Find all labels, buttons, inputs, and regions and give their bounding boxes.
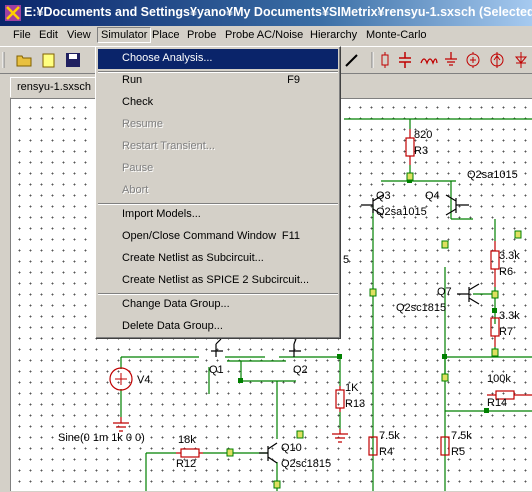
resistor-icon[interactable] (376, 51, 394, 69)
menu-item-import-models[interactable]: Import Models... (98, 205, 338, 225)
command-window-shortcut: F11 (281, 230, 300, 242)
r4-value-label: 7.5k (379, 430, 400, 442)
sine-source-label: Sine(0 1m 1k 0 0) (58, 432, 145, 444)
q4-ref-label: Q4 (425, 190, 440, 202)
resistor-r3 (405, 137, 415, 157)
capacitor-icon[interactable] (396, 51, 414, 69)
menu-simulator[interactable]: Simulator (97, 27, 152, 43)
tab-rensyu-1[interactable]: rensyu-1.sxsch (10, 77, 100, 97)
menu-item-restart-transient: Restart Transient... (122, 140, 215, 152)
menu-item-delete-data-group[interactable]: Delete Data Group... (98, 317, 338, 337)
inductor-icon[interactable] (420, 51, 438, 69)
menu-item-pause: Pause (122, 162, 154, 174)
resistor-r6 (490, 250, 500, 270)
resistor-r12 (180, 448, 200, 458)
save-icon[interactable] (64, 51, 82, 69)
r3-ref-label: R3 (414, 145, 429, 157)
partial-label-5: 5 (343, 254, 350, 266)
transistor-q2 (289, 338, 301, 357)
voltage-source-icon[interactable] (464, 51, 482, 69)
draw-wire-pencil-icon[interactable] (343, 51, 361, 69)
r5-ref-label: R5 (451, 446, 466, 458)
r3-value-label: 820 (414, 129, 433, 141)
r7-ref-label: R7 (499, 326, 514, 338)
menu-item-run[interactable]: Run F9 (98, 71, 338, 91)
r12-ref-label: R12 (176, 458, 197, 470)
new-schematic-icon[interactable] (40, 51, 58, 69)
transistor-q4 (445, 194, 469, 216)
voltage-source-v4 (109, 367, 133, 391)
r14-ref-label: R14 (487, 397, 508, 409)
toolbar-grip-icon (2, 52, 5, 68)
menu-bar: File Edit View Simulator Place Probe Pro… (0, 26, 532, 46)
r6-ref-label: R6 (499, 266, 514, 278)
menu-probe-ac-noise[interactable]: Probe AC/Noise (225, 29, 303, 41)
q2-ref-label: Q2 (293, 364, 308, 376)
open-folder-icon[interactable] (16, 51, 34, 69)
menu-item-create-netlist-spice2-subcircuit[interactable]: Create Netlist as SPICE 2 Subcircuit... (98, 271, 338, 291)
diode-icon[interactable] (512, 51, 530, 69)
r4-ref-label: R4 (379, 446, 394, 458)
q3q4-model-label: Q2sa1015 (376, 206, 427, 218)
resistor-r13 (335, 389, 345, 409)
r12-value-label: 18k (178, 434, 196, 446)
transistor-q1 (211, 338, 223, 357)
menu-hierarchy[interactable]: Hierarchy (310, 29, 357, 41)
v4-ref-label: V4 (137, 374, 151, 386)
r13-ref-label: R13 (345, 398, 366, 410)
simulator-dropdown-menu: Choose Analysis... Run F9 Check Resume Re… (95, 46, 341, 339)
ground-icon[interactable] (442, 51, 460, 69)
menu-item-check[interactable]: Check (98, 93, 338, 113)
menu-item-resume: Resume (122, 118, 163, 130)
ground-symbols (113, 417, 348, 443)
r13-value-label: 1K (345, 382, 359, 394)
title-bar: E:¥Documents and Settings¥yano¥My Docume… (0, 0, 532, 26)
menu-probe[interactable]: Probe (187, 29, 216, 41)
r5-value-label: 7.5k (451, 430, 472, 442)
menu-item-choose-analysis[interactable]: Choose Analysis... (98, 49, 338, 69)
q3-ref-label: Q3 (376, 190, 391, 202)
run-shortcut: F9 (287, 74, 300, 86)
menu-item-open-close-command-window[interactable]: Open/Close Command Window F11 (98, 227, 338, 247)
current-source-icon[interactable] (488, 51, 506, 69)
q10-model-label: Q2sc1815 (281, 458, 332, 470)
simetrix-app-icon[interactable] (5, 5, 21, 21)
menu-item-create-netlist-subcircuit[interactable]: Create Netlist as Subcircuit... (98, 249, 338, 269)
r6-value-label: 3.3k (499, 250, 520, 262)
menu-monte-carlo[interactable]: Monte-Carlo (366, 29, 427, 41)
menu-item-abort: Abort (122, 184, 149, 196)
menu-file[interactable]: File (13, 29, 31, 41)
window-title: E:¥Documents and Settings¥yano¥My Docume… (24, 5, 532, 19)
q7-ref-label: Q7 (437, 286, 452, 298)
menu-edit[interactable]: Edit (39, 29, 58, 41)
menu-view[interactable]: View (67, 29, 91, 41)
r14-value-label: 100k (487, 373, 511, 385)
q10-ref-label: Q10 (281, 442, 302, 454)
q2sa1015-label: Q2sa1015 (467, 169, 518, 181)
r7-value-label: 3.3k (499, 310, 520, 322)
transistor-q10 (259, 442, 278, 464)
q7-model-label: Q2sc1815 (396, 302, 447, 314)
menu-item-change-data-group[interactable]: Change Data Group... (98, 295, 338, 315)
menu-place[interactable]: Place (152, 29, 180, 41)
q1-ref-label: Q1 (209, 364, 224, 376)
